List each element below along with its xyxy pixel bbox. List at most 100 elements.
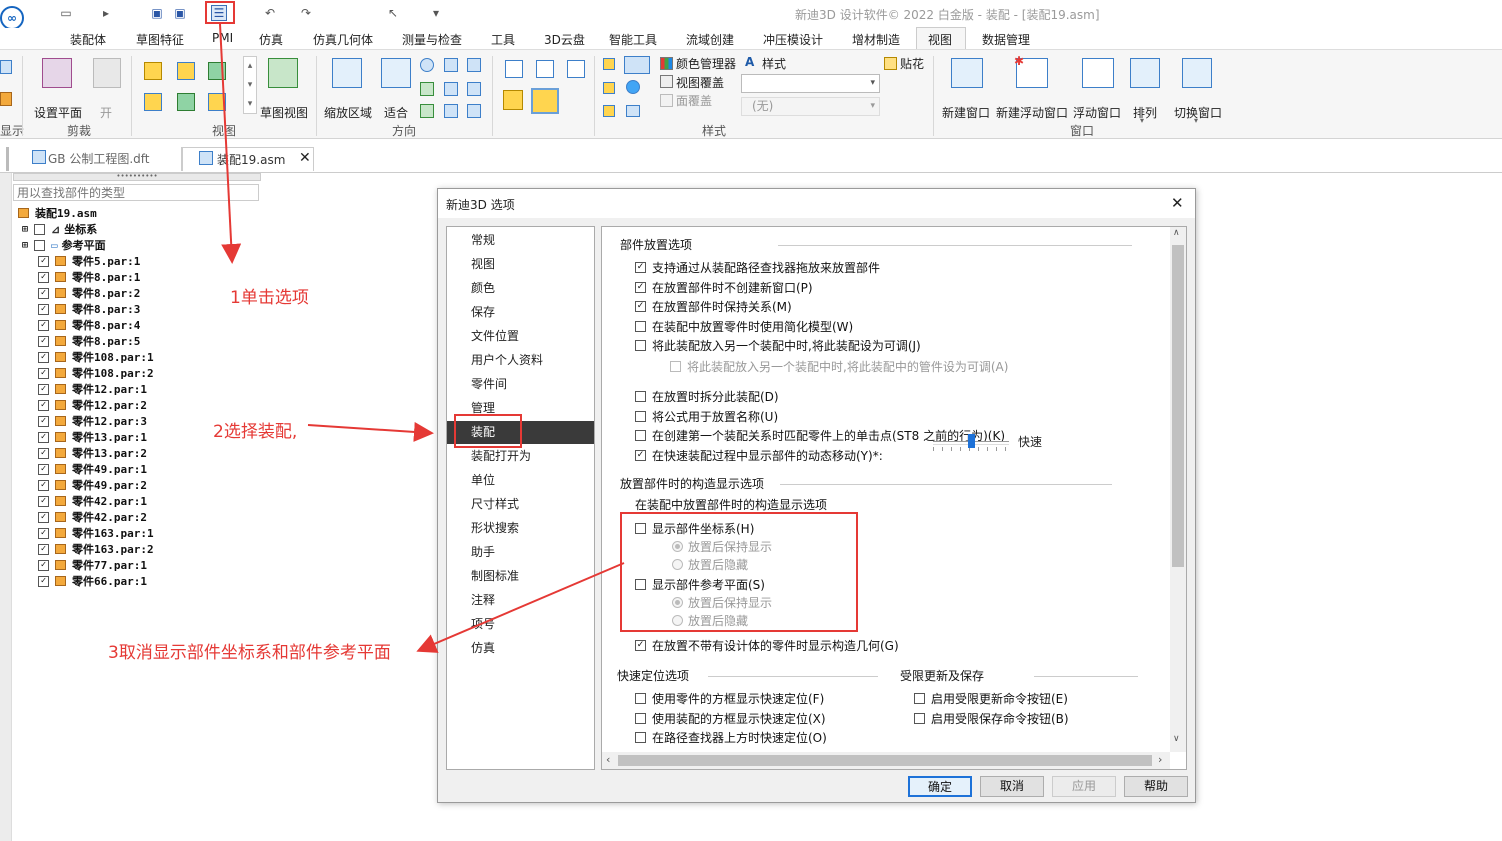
tree-part-row[interactable]: ✓ 零件108.par:2 [38, 365, 154, 381]
tab-smart-tools[interactable]: 智能工具 [609, 31, 657, 48]
doc-tab-drawing[interactable]: GB 公制工程图.dft [14, 147, 182, 171]
tree-part-row[interactable]: ✓ 零件49.par:1 [38, 461, 147, 477]
category-item[interactable]: 助手 [447, 541, 594, 564]
redo-icon[interactable]: ↷ [298, 5, 314, 21]
vertical-scrollbar[interactable]: ∧ ∨ [1170, 227, 1186, 752]
option-row[interactable]: ✓ 支持通过从装配路径查找器拖放来放置部件 [635, 259, 880, 276]
option-row[interactable]: 启用受限更新命令按钮(E) [914, 690, 1068, 707]
option-checkbox[interactable] [635, 732, 646, 743]
category-item[interactable]: 视图 [447, 253, 594, 276]
category-item[interactable]: 形状搜索 [447, 517, 594, 540]
app-logo-icon[interactable]: ∞ [0, 6, 24, 30]
tree-part-row[interactable]: ✓ 零件163.par:2 [38, 541, 154, 557]
option-checkbox[interactable] [635, 320, 646, 332]
part-visibility-checkbox[interactable]: ✓ [38, 527, 49, 539]
option-row[interactable]: 启用受限保存命令按钮(B) [914, 710, 1069, 727]
part-visibility-checkbox[interactable]: ✓ [38, 367, 49, 379]
switch-window-dropdown-icon[interactable]: ▾ [1194, 116, 1198, 125]
new-file-icon[interactable]: ▭ [58, 5, 74, 21]
part-visibility-checkbox[interactable]: ✓ [38, 559, 49, 571]
part-visibility-checkbox[interactable]: ✓ [38, 431, 49, 443]
set-plane-button[interactable]: 设置平面 [34, 104, 82, 121]
tree-root[interactable]: 装配19.asm [18, 205, 97, 221]
option-checkbox[interactable] [914, 712, 925, 724]
scroll-down-icon[interactable]: ∨ [1173, 734, 1180, 744]
part-search-input[interactable] [13, 184, 259, 201]
option-checkbox[interactable] [635, 391, 646, 402]
view-overlay-button[interactable]: 视图覆盖 [676, 74, 724, 91]
option-checkbox[interactable] [635, 430, 646, 441]
cancel-button[interactable]: 取消 [980, 776, 1044, 797]
option-row[interactable]: 在放置时拆分此装配(D) [635, 388, 779, 405]
option-row[interactable]: 将此装配放入另一个装配中时,将此装配设为可调(J) [635, 337, 921, 354]
option-checkbox[interactable]: ✓ [635, 449, 646, 461]
scroll-left-icon[interactable]: ‹ [606, 753, 610, 766]
decal-button[interactable]: 贴花 [900, 55, 924, 72]
select-icon[interactable]: ↖ [385, 5, 401, 21]
part-visibility-checkbox[interactable]: ✓ [38, 447, 49, 459]
color-manager-button[interactable]: 颜色管理器 [676, 55, 736, 72]
previous-view-icon[interactable] [420, 104, 434, 118]
horizontal-scrollbar[interactable]: ‹ › [602, 752, 1170, 769]
pan-icon[interactable] [444, 58, 458, 72]
style-icon-6[interactable] [626, 105, 640, 117]
part-visibility-checkbox[interactable]: ✓ [38, 335, 49, 347]
tab-view[interactable]: 视图 [928, 31, 952, 48]
option-checkbox[interactable] [635, 340, 646, 351]
part-visibility-checkbox[interactable]: ✓ [38, 383, 49, 395]
part-visibility-checkbox[interactable]: ✓ [38, 463, 49, 475]
named-views-icon[interactable] [444, 104, 458, 118]
help-button[interactable]: 帮助 [1124, 776, 1188, 797]
view-cube-icon-4[interactable] [144, 93, 162, 111]
part-visibility-checkbox[interactable]: ✓ [38, 351, 49, 363]
option-row[interactable]: ✓ 在放置部件时保持关系(M) [635, 298, 792, 315]
tree-part-row[interactable]: ✓ 零件42.par:2 [38, 509, 147, 525]
category-item[interactable]: 颜色 [447, 277, 594, 300]
sketch-view-button[interactable]: 草图视图 [260, 104, 308, 121]
option-row[interactable]: ✓ 在放置部件时不创建新窗口(P) [635, 279, 813, 296]
option-checkbox[interactable]: ✓ [635, 301, 646, 312]
part-visibility-checkbox[interactable]: ✓ [38, 511, 49, 523]
view-cube-icon-3[interactable] [208, 62, 226, 80]
tree-part-row[interactable]: ✓ 零件8.par:2 [38, 285, 140, 301]
part-visibility-checkbox[interactable]: ✓ [38, 543, 49, 555]
tab-measure-inspect[interactable]: 测量与检查 [402, 31, 462, 48]
option-row[interactable]: 在路径查找器上方时快速定位(O) [635, 729, 827, 746]
ok-button[interactable]: 确定 [908, 776, 972, 797]
tree-part-row[interactable]: ✓ 零件8.par:4 [38, 317, 140, 333]
tree-part-row[interactable]: ✓ 零件12.par:3 [38, 413, 147, 429]
category-item[interactable]: 文件位置 [447, 325, 594, 348]
style-combo[interactable]: ▾ [741, 74, 880, 93]
tree-part-row[interactable]: ✓ 零件108.par:1 [38, 349, 154, 365]
view-gallery-scroll[interactable]: ▴ ▾ ▾ [243, 56, 257, 114]
rotate-icon[interactable] [467, 58, 481, 72]
style-icon-1[interactable] [603, 58, 615, 70]
style-icon-3[interactable] [603, 82, 615, 94]
zoom-area-icon[interactable] [332, 58, 362, 88]
tree-node-coord[interactable]: ⊞ ⊿ 坐标系 [22, 221, 97, 237]
tree-part-row[interactable]: ✓ 零件13.par:1 [38, 429, 147, 445]
tab-stamping-die[interactable]: 冲压模设计 [763, 31, 823, 48]
fit-button[interactable]: 适合 [384, 104, 408, 121]
option-checkbox[interactable] [635, 693, 646, 704]
close-tab-icon[interactable]: ✕ [299, 150, 311, 166]
tree-part-row[interactable]: ✓ 零件77.par:1 [38, 557, 147, 573]
view-cube-icon-6[interactable] [208, 93, 226, 111]
decal-icon[interactable] [884, 57, 897, 70]
category-item[interactable]: 用户个人资料 [447, 349, 594, 372]
category-item[interactable]: 项号 [447, 613, 594, 636]
spin-icon[interactable] [420, 82, 434, 96]
tab-3d-cloud[interactable]: 3D云盘 [544, 31, 585, 48]
tree-part-row[interactable]: ✓ 零件8.par:3 [38, 301, 140, 317]
tree-part-row[interactable]: ✓ 零件49.par:2 [38, 477, 147, 493]
expand-icon[interactable]: ⊞ [22, 224, 28, 235]
look-at-icon[interactable] [444, 82, 458, 96]
tree-part-row[interactable]: ✓ 零件8.par:5 [38, 333, 140, 349]
tab-data-management[interactable]: 数据管理 [982, 31, 1030, 48]
slider-thumb[interactable] [968, 434, 975, 448]
view-cube-icon-2[interactable] [177, 62, 195, 80]
shaded-cube-icon[interactable] [503, 90, 523, 110]
part-visibility-checkbox[interactable]: ✓ [38, 271, 49, 283]
part-visibility-checkbox[interactable]: ✓ [38, 287, 49, 299]
category-item[interactable]: 装配打开为 [447, 445, 594, 468]
